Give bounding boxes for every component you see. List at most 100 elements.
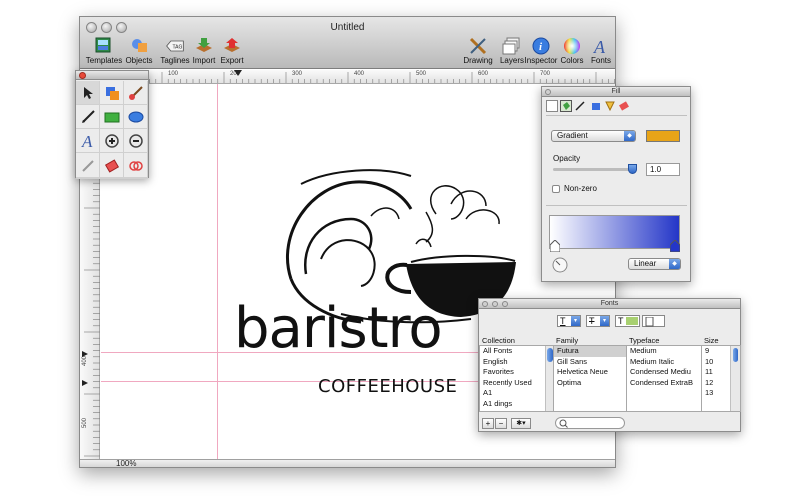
underline-button[interactable]: T ▾	[557, 315, 581, 327]
close-panel-button[interactable]	[545, 89, 551, 95]
ellipse-tool[interactable]	[124, 105, 148, 129]
close-panel-button[interactable]	[482, 301, 488, 307]
font-search-input[interactable]	[555, 417, 625, 429]
fonts-panel-titlebar[interactable]: Fonts	[479, 299, 740, 309]
text-color-icon: T	[618, 316, 624, 326]
horizontal-ruler[interactable]: 100 200 300 400 500 600 700	[100, 70, 615, 84]
list-item[interactable]: Helvetica Neue	[554, 367, 626, 378]
search-icon	[559, 419, 568, 428]
list-item[interactable]: Recently Used	[480, 378, 553, 389]
action-menu-button[interactable]: ✱▾	[511, 418, 531, 429]
shapes-icon	[105, 86, 119, 100]
remove-collection-button[interactable]: −	[495, 418, 507, 429]
pointer-tool[interactable]	[76, 81, 100, 105]
list-item[interactable]: Futura	[554, 346, 626, 357]
ruler-marker-icon[interactable]	[234, 70, 242, 76]
brush-tool[interactable]	[124, 81, 148, 105]
logo-wordmark[interactable]: baristro	[234, 299, 443, 359]
opacity-slider-knob[interactable]	[628, 164, 637, 174]
no-fill-tab[interactable]	[546, 100, 558, 112]
list-item[interactable]: Optima	[554, 378, 626, 389]
family-list[interactable]: Futura Gill Sans Helvetica Neue Optima	[553, 345, 627, 412]
document-color-button[interactable]	[642, 315, 665, 327]
ellipse-icon	[128, 111, 143, 122]
text-tool-glyph: A	[81, 132, 93, 150]
shapes-tool[interactable]	[100, 81, 124, 105]
eraser-tab[interactable]	[618, 100, 630, 112]
chevron-updown-icon: ◆	[669, 259, 680, 269]
reflection-tab[interactable]	[604, 100, 616, 112]
ruler-label: 300	[292, 71, 303, 77]
eraser-icon	[619, 101, 629, 111]
logo-tagline[interactable]: COFFEEHOUSE	[318, 376, 457, 397]
text-tool[interactable]: A	[76, 129, 100, 153]
opacity-slider[interactable]	[553, 168, 635, 171]
tools-row-extra	[75, 154, 149, 178]
zoom-in-tool[interactable]	[100, 129, 124, 153]
size-header: Size	[704, 336, 719, 345]
rectangle-tool[interactable]	[100, 105, 124, 129]
stroke-tab[interactable]	[574, 100, 586, 112]
list-item[interactable]: A1	[480, 388, 553, 399]
underline-icon: T	[560, 316, 566, 326]
minimize-panel-button[interactable]	[492, 301, 498, 307]
gradient-type-select[interactable]: Linear ◆	[628, 258, 681, 270]
text-color-button[interactable]: T	[615, 315, 640, 327]
list-item[interactable]: Favorites	[480, 367, 553, 378]
zoom-level[interactable]: 100%	[116, 459, 136, 467]
fill-panel-titlebar[interactable]: Fill	[542, 87, 690, 97]
fill-color-swatch[interactable]	[646, 130, 680, 142]
list-item[interactable]: Gill Sans	[554, 357, 626, 368]
list-item[interactable]: English	[480, 357, 553, 368]
rings-tool[interactable]	[124, 154, 148, 178]
nonzero-label: Non-zero	[564, 184, 597, 193]
typeface-list[interactable]: Medium Medium Italic Condensed Mediu Con…	[626, 345, 702, 412]
export-button[interactable]: Export	[211, 37, 253, 69]
fonts-button[interactable]: A Fonts	[580, 37, 615, 69]
list-item[interactable]: Condensed Mediu	[627, 367, 701, 378]
fill-tab[interactable]	[560, 100, 572, 112]
document-icon	[645, 317, 654, 327]
status-bar: 100%	[80, 459, 615, 467]
list-item[interactable]: A1 dings	[480, 399, 553, 410]
window-title: Untitled	[330, 22, 365, 33]
eraser-tool[interactable]	[100, 154, 124, 178]
tools-palette-titlebar[interactable]	[76, 71, 148, 80]
reflection-icon	[605, 101, 615, 112]
angle-dial-icon[interactable]	[552, 257, 568, 273]
collection-list[interactable]: All Fonts English Favorites Recently Use…	[479, 345, 554, 412]
gradient-stop-end-icon[interactable]	[670, 240, 680, 252]
ruler-marker-icon[interactable]	[82, 351, 88, 357]
size-slider[interactable]	[730, 346, 740, 411]
size-slider-knob[interactable]	[733, 348, 738, 362]
scrollbar[interactable]	[545, 346, 553, 411]
ruler-label: 600	[478, 71, 489, 77]
chevron-down-icon: ▾	[600, 316, 609, 326]
list-item[interactable]: Condensed ExtraB	[627, 378, 701, 389]
ruler-label: 700	[540, 71, 551, 77]
shadow-tab[interactable]	[590, 100, 602, 112]
fonts-panel-title: Fonts	[600, 300, 619, 307]
pen-icon	[81, 109, 95, 123]
close-palette-button[interactable]	[79, 72, 86, 79]
nonzero-checkbox[interactable]	[552, 185, 560, 193]
fonts-icon: A	[593, 37, 606, 55]
pencil-tool[interactable]	[76, 154, 100, 178]
list-item[interactable]: Medium	[627, 346, 701, 357]
guide-line[interactable]	[217, 84, 218, 459]
list-item[interactable]: Medium Italic	[627, 357, 701, 368]
gradient-preview[interactable]	[549, 215, 680, 249]
add-collection-button[interactable]: +	[482, 418, 494, 429]
size-list[interactable]: 9 10 11 12 13	[701, 345, 741, 412]
gradient-stop-start-icon[interactable]	[550, 240, 560, 252]
ruler-marker-icon[interactable]	[82, 380, 88, 386]
pen-tool[interactable]	[76, 105, 100, 129]
strikethrough-button[interactable]: T ▾	[586, 315, 610, 327]
opacity-field[interactable]: 1.0	[646, 163, 680, 176]
pencil-icon	[81, 159, 94, 172]
list-item[interactable]: All Fonts	[480, 346, 553, 357]
ruler-label: 100	[168, 71, 179, 77]
fill-type-select[interactable]: Gradient ◆	[551, 130, 636, 142]
zoom-panel-button[interactable]	[502, 301, 508, 307]
zoom-out-tool[interactable]	[124, 129, 148, 153]
